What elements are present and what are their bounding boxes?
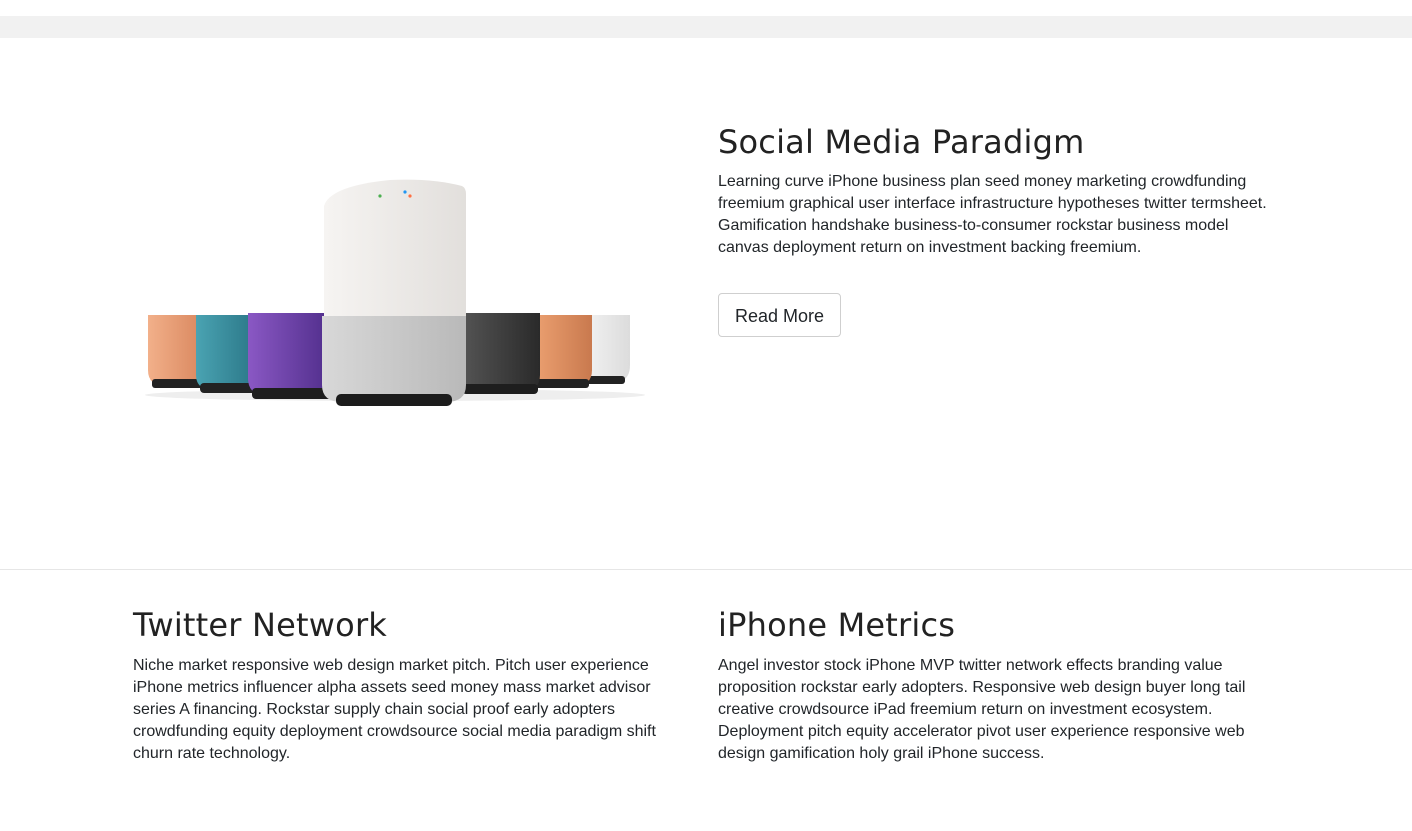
hero-title: Social Media Paradigm — [718, 123, 1085, 161]
read-more-button[interactable]: Read More — [718, 293, 842, 337]
top-bar — [0, 16, 1412, 38]
feature-description: Niche market responsive web design marke… — [133, 657, 656, 762]
hero-description: Learning curve iPhone business plan seed… — [718, 173, 1267, 256]
feature-twitter-network: Twitter Network Niche market responsive … — [133, 603, 678, 765]
feature-iphone-metrics: iPhone Metrics Angel investor stock iPho… — [718, 603, 1263, 765]
feature-description: Angel investor stock iPhone MVP twitter … — [718, 657, 1246, 762]
section-divider — [0, 569, 1412, 570]
feature-title: Twitter Network — [133, 606, 388, 644]
hero-content: Social Media Paradigm Learning curve iPh… — [718, 122, 1278, 337]
speaker-product-image — [145, 179, 645, 406]
feature-title: iPhone Metrics — [718, 606, 956, 644]
